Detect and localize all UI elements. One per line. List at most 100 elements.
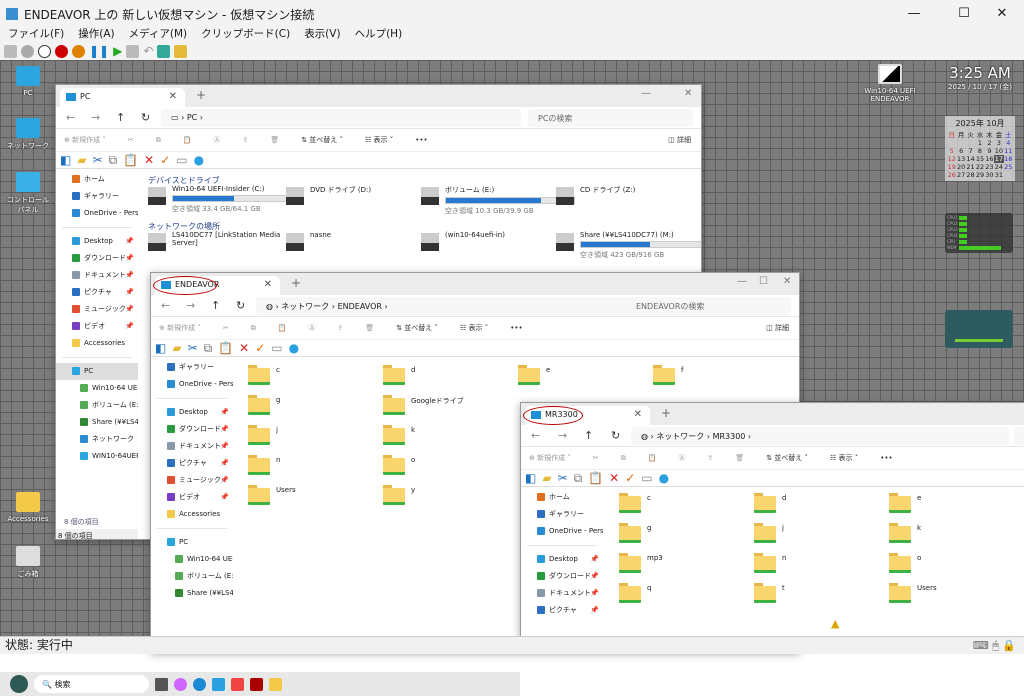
breadcrumb-mr3300[interactable]: MR3300: [713, 432, 746, 441]
folder-item[interactable]: e: [518, 365, 638, 391]
pin-icon[interactable]: 📌: [220, 438, 229, 455]
back-icon[interactable]: ←: [66, 111, 75, 124]
more-button[interactable]: •••: [415, 136, 427, 144]
new-button[interactable]: ⊕ 新規作成 ˅: [159, 323, 201, 333]
up-icon[interactable]: ↑: [584, 429, 593, 442]
sidebar-item[interactable]: ギャラリー: [56, 188, 138, 205]
forward-icon[interactable]: →: [558, 429, 567, 442]
calendar-day[interactable]: 28: [966, 171, 975, 179]
rename-icon[interactable]: ▭: [271, 341, 282, 355]
calendar-day[interactable]: 8: [975, 147, 984, 155]
calendar-day[interactable]: 22: [975, 163, 984, 171]
calendar-day[interactable]: 2: [985, 139, 994, 147]
paste-icon[interactable]: 📋: [648, 454, 657, 462]
sort-button[interactable]: ⇅ 並べ替え ˅: [301, 135, 343, 145]
drive-item[interactable]: CD ドライブ (Z:): [556, 185, 701, 205]
folder-item[interactable]: k: [889, 523, 1009, 549]
calendar-day[interactable]: 20: [956, 163, 965, 171]
sidebar-item[interactable]: ドキュメント 📌: [56, 267, 138, 284]
new-tab-button[interactable]: +: [196, 88, 206, 102]
menu-item[interactable]: クリップボード(C): [201, 28, 290, 42]
sidebar-item[interactable]: ネットワーク: [56, 431, 138, 448]
calendar-day[interactable]: 17: [994, 155, 1004, 163]
folder-item[interactable]: mp3: [619, 553, 739, 579]
sidebar-item[interactable]: ボリューム (E:): [151, 568, 233, 585]
search-input[interactable]: ENDEAVORの検索: [626, 297, 791, 315]
check-icon[interactable]: ✓: [160, 153, 170, 167]
folder-item[interactable]: Users: [248, 485, 368, 511]
calendar-day[interactable]: [966, 139, 975, 147]
copy-icon[interactable]: ⧉: [109, 153, 118, 168]
breadcrumb-pc[interactable]: PC: [187, 113, 197, 122]
calendar-day[interactable]: 26: [947, 171, 956, 179]
calendar-day[interactable]: 11: [1004, 147, 1013, 155]
up-icon[interactable]: ↑: [116, 111, 125, 124]
calendar-day[interactable]: [1004, 171, 1013, 179]
sidebar-item[interactable]: ミュージック 📌: [151, 472, 233, 489]
address-bar[interactable]: ◍ › ネットワーク › ENDEAVOR ›: [256, 297, 629, 315]
refresh-icon[interactable]: ↻: [611, 429, 620, 442]
sidebar-item[interactable]: ドキュメント 📌: [151, 438, 233, 455]
delete-icon[interactable]: 🗑: [735, 454, 744, 462]
copy-icon[interactable]: ⧉: [621, 454, 626, 463]
desktop-icon-pc[interactable]: PC: [4, 66, 52, 97]
calendar-day[interactable]: 14: [966, 155, 975, 163]
new-button[interactable]: ⊕ 新規作成 ˅: [64, 135, 106, 145]
task-view-icon[interactable]: [155, 677, 168, 691]
cut-icon[interactable]: ✂: [558, 471, 568, 485]
shutdown-icon[interactable]: [55, 44, 68, 58]
view-button[interactable]: ☷ 表示 ˅: [830, 453, 858, 463]
paste-icon[interactable]: 📋: [278, 324, 287, 332]
folder-item[interactable]: f: [653, 365, 773, 391]
close-button[interactable]: ✕: [684, 88, 692, 99]
pin-icon[interactable]: 📌: [125, 250, 134, 267]
menu-item[interactable]: 表示(V): [304, 28, 340, 42]
sidebar-item[interactable]: Desktop 📌: [521, 551, 603, 568]
sidebar-item[interactable]: PC: [151, 534, 233, 551]
sidebar-item[interactable]: ホーム: [56, 171, 138, 188]
new-button[interactable]: ⊕ 新規作成 ˅: [529, 453, 571, 463]
folder-item[interactable]: g: [619, 523, 739, 549]
sidebar-item[interactable]: Accessories: [151, 506, 233, 523]
minimize-button[interactable]: —: [892, 0, 936, 28]
pin-icon[interactable]: 📌: [125, 284, 134, 301]
pin-icon[interactable]: 📌: [220, 455, 229, 472]
rename-icon[interactable]: ▭: [176, 153, 187, 167]
breadcrumb-network[interactable]: ネットワーク: [656, 432, 704, 441]
sort-button[interactable]: ⇅ 並べ替え ˅: [766, 453, 808, 463]
save-icon[interactable]: [72, 44, 85, 58]
desktop-icon-network[interactable]: ネットワーク: [4, 118, 52, 151]
sidebar-item[interactable]: ボリューム (E:): [56, 397, 138, 414]
resume-icon[interactable]: ▶: [113, 44, 122, 58]
search-input[interactable]: PCの検索: [528, 109, 693, 127]
forward-icon[interactable]: →: [186, 299, 195, 312]
close-tab-icon[interactable]: ✕: [169, 91, 177, 102]
calendar-day[interactable]: 13: [956, 155, 965, 163]
copy-icon[interactable]: ⧉: [574, 471, 583, 486]
pin-icon[interactable]: 📌: [125, 301, 134, 318]
pin-icon[interactable]: 📌: [590, 551, 599, 568]
ctrl-alt-del-icon[interactable]: [4, 44, 17, 58]
sidebar-item[interactable]: OneDrive - Pers: [521, 523, 603, 540]
calendar-day[interactable]: 6: [956, 147, 965, 155]
folder-item[interactable]: k: [383, 425, 503, 451]
folder-item[interactable]: c: [619, 493, 739, 519]
folder-item[interactable]: c: [248, 365, 368, 391]
new-tab-button[interactable]: +: [661, 406, 671, 420]
share-icon[interactable]: ⇪: [337, 324, 343, 332]
menu-item[interactable]: 操作(A): [78, 28, 114, 42]
globe-icon[interactable]: ●: [194, 153, 204, 167]
share-icon[interactable]: ⇪: [707, 454, 713, 462]
pin-icon[interactable]: 📌: [220, 489, 229, 506]
pin-icon[interactable]: 📌: [590, 568, 599, 585]
folder-options-icon[interactable]: ▰: [172, 341, 181, 355]
copy-icon[interactable]: ⧉: [156, 136, 161, 145]
sidebar-item[interactable]: Desktop 📌: [151, 404, 233, 421]
pin-icon[interactable]: 📌: [590, 585, 599, 602]
delete-icon[interactable]: ✕: [239, 341, 249, 355]
close-button[interactable]: ✕: [980, 0, 1024, 28]
start-button[interactable]: [10, 675, 28, 693]
folder-options-icon[interactable]: ▰: [77, 153, 86, 167]
desktop-icon-vm[interactable]: Win10-64 UEFI ENDEAVOR: [862, 64, 918, 103]
minimize-button[interactable]: —: [737, 276, 747, 287]
